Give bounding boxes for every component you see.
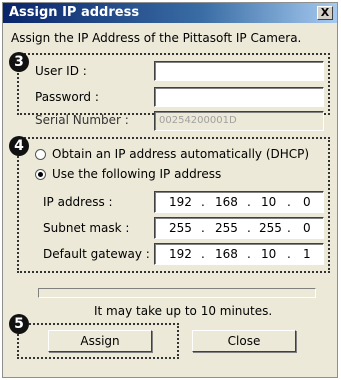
static-ip-label[interactable]: Use the following IP address [52, 167, 221, 181]
progress-bar [38, 288, 316, 298]
gateway-octet-3: 10 [261, 247, 277, 261]
window-title: Assign IP address [9, 5, 140, 20]
ip-address-input[interactable]: 192 . 168 . 10 . 0 [154, 191, 324, 213]
user-id-input[interactable] [154, 61, 324, 81]
octet-separator: . [201, 221, 205, 235]
marker-3: 3 [9, 52, 29, 72]
gateway-octet-1: 192 [169, 247, 192, 261]
octet-separator: . [247, 195, 251, 209]
notice-text: It may take up to 10 minutes. [94, 304, 273, 318]
ip-octet-3: 10 [261, 195, 277, 209]
assign-ip-dialog: Assign IP address X Assign the IP Addres… [2, 2, 338, 378]
ip-octet-2: 168 [215, 195, 238, 209]
mask-octet-2: 255 [215, 221, 238, 235]
close-button[interactable]: Close [192, 330, 296, 352]
octet-separator: . [201, 247, 205, 261]
intro-text: Assign the IP Address of the Pittasoft I… [11, 31, 302, 45]
octet-separator: . [247, 221, 251, 235]
mask-octet-3: 255 [259, 221, 282, 235]
octet-separator: . [201, 195, 205, 209]
dhcp-label[interactable]: Obtain an IP address automatically (DHCP… [52, 147, 309, 161]
default-gateway-input[interactable]: 192 . 168 . 10 . 1 [154, 243, 324, 265]
serial-number-label: Serial Number : [35, 113, 129, 127]
title-bar[interactable]: Assign IP address X [3, 3, 337, 23]
octet-separator: . [247, 247, 251, 261]
ip-address-label: IP address : [43, 195, 113, 209]
default-gateway-label: Default gateway : [43, 247, 150, 261]
user-id-label: User ID : [35, 64, 87, 78]
close-icon[interactable]: X [317, 6, 333, 20]
static-ip-radio[interactable] [35, 169, 46, 180]
subnet-mask-label: Subnet mask : [43, 221, 130, 235]
marker-4: 4 [9, 136, 29, 156]
mask-octet-1: 255 [169, 221, 192, 235]
gateway-octet-4: 1 [303, 247, 311, 261]
ip-octet-4: 0 [303, 195, 311, 209]
serial-number-field: 00254200001D [154, 111, 324, 131]
mask-octet-4: 0 [303, 221, 311, 235]
marker-5: 5 [9, 314, 29, 334]
password-input[interactable] [154, 87, 324, 107]
ip-octet-1: 192 [169, 195, 192, 209]
password-label: Password : [35, 90, 99, 104]
gateway-octet-2: 168 [215, 247, 238, 261]
octet-separator: . [287, 221, 291, 235]
assign-button[interactable]: Assign [48, 330, 152, 352]
subnet-mask-input[interactable]: 255 . 255 . 255 . 0 [154, 217, 324, 239]
octet-separator: . [287, 247, 291, 261]
dhcp-radio[interactable] [35, 149, 46, 160]
octet-separator: . [287, 195, 291, 209]
